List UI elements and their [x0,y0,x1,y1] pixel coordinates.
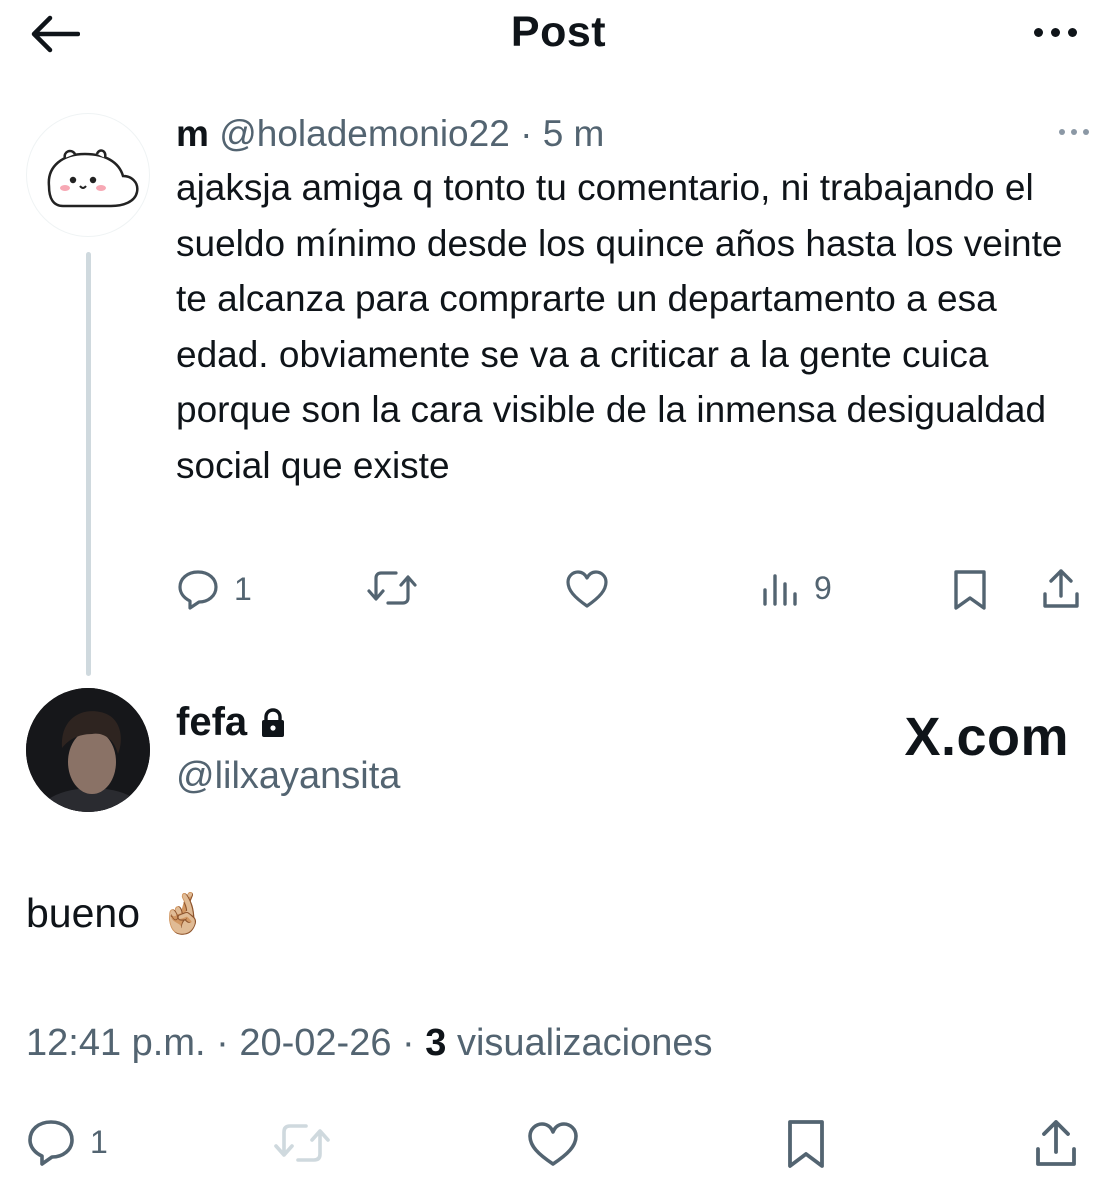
crossed-fingers-emoji: 🤞🏼 [158,891,208,937]
reply-author-handle[interactable]: @holademonio22 [219,113,510,154]
reply-like-button[interactable] [564,568,610,610]
main-views-count: 3 [425,1022,447,1064]
main-reply-button[interactable]: 1 [26,1118,108,1166]
reply-views-button[interactable]: 9 [760,568,832,608]
retweet-icon [367,571,417,605]
reply-action-bar: 1 9 [0,564,1117,618]
reply-views-count: 9 [814,569,832,606]
reply-text: ajaksja amiga q tonto tu comentario, ni … [176,167,1063,486]
dot-icon [1068,27,1077,37]
views-icon [763,574,797,606]
reply-retweet-button[interactable] [366,568,418,608]
reply-timestamp[interactable]: 5 m [543,113,605,154]
main-timestamp-row: 12:41 p.m. · 20-02-26 · 3 visualizacione… [26,1022,713,1065]
page-title: Post [510,8,607,56]
bookmark-icon [788,1120,824,1168]
more-options-button[interactable] [1017,20,1077,44]
top-bar: Post [0,0,1117,80]
dot-icon [1051,27,1060,37]
dot-icon [1034,27,1043,37]
main-share-button[interactable] [1032,1116,1080,1170]
like-icon [566,570,608,608]
main-author-handle[interactable]: @lilxayansita [176,755,400,798]
main-date[interactable]: 20-02-26 [239,1022,391,1064]
share-icon [1043,569,1079,608]
reply-icon [178,570,218,610]
main-author-name[interactable]: fefa [176,700,247,745]
xcom-watermark: X.com [904,707,1069,767]
reply-icon [28,1120,74,1166]
dot-icon [1071,129,1077,135]
main-time[interactable]: 12:41 p.m. [26,1022,206,1064]
main-retweet-button[interactable] [272,1120,332,1166]
reply-more-button[interactable] [1045,124,1089,140]
separator: · [520,113,533,154]
dot-icon [1059,129,1065,135]
separator: · [216,1022,229,1064]
share-icon [1036,1120,1076,1166]
hamster-avatar-icon [47,149,139,208]
profile-photo-icon [26,688,150,812]
reply-bookmark-button[interactable] [950,568,990,612]
main-author-name-row[interactable]: fefa [176,700,287,745]
main-action-bar: 1 [0,1112,1117,1176]
main-tweet-text: bueno 🤞🏼 [26,890,208,937]
reply-avatar[interactable] [26,113,150,237]
dot-icon [1083,129,1089,135]
lock-icon [262,707,285,737]
main-like-button[interactable] [526,1120,580,1168]
main-views-label: visualizaciones [456,1022,713,1064]
main-text-body: bueno [26,890,141,936]
reply-reply-count: 1 [234,570,252,607]
reply-share-button[interactable] [1040,566,1082,612]
reply-header: m @holademonio22 · 5 m [176,112,604,156]
like-icon [528,1122,578,1166]
reply-reply-button[interactable]: 1 [176,568,252,610]
reply-author-name[interactable]: m [176,113,209,154]
main-avatar[interactable] [26,688,150,812]
main-bookmark-button[interactable] [784,1118,828,1170]
retweet-icon [274,1124,330,1162]
main-reply-count: 1 [90,1123,108,1160]
separator: · [402,1022,415,1064]
bookmark-icon [954,570,986,610]
